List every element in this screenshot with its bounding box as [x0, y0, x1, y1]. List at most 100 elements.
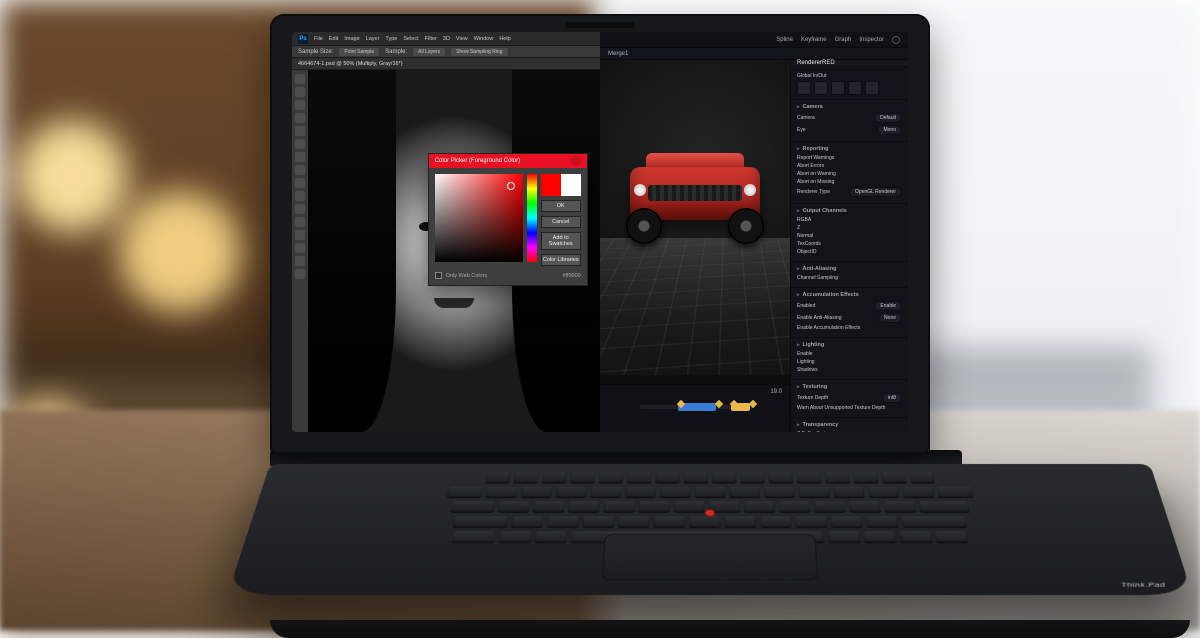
menu-select[interactable]: Select [403, 36, 418, 42]
keyboard-key[interactable] [534, 531, 567, 543]
keyboard-key[interactable] [868, 487, 900, 499]
keyboard-key[interactable] [884, 501, 917, 513]
keyboard-key[interactable] [520, 487, 552, 499]
laptop-trackpad[interactable] [601, 534, 818, 580]
keyboard-key[interactable] [498, 531, 531, 543]
row-value[interactable]: int8 [882, 393, 902, 403]
menu-type[interactable]: Type [385, 36, 397, 42]
section-title[interactable]: Accumulation Effects [797, 292, 902, 298]
foreground-swatch-icon[interactable] [295, 269, 305, 279]
thumb-icon[interactable] [865, 81, 879, 95]
tab-inspector[interactable]: Inspector [859, 37, 884, 43]
thumb-icon[interactable] [797, 81, 811, 95]
inspector-row[interactable]: Abort on Warning [797, 171, 902, 177]
keyboard-key[interactable] [582, 516, 614, 528]
inspector-row[interactable]: RGBA [797, 217, 902, 223]
keyboard-key[interactable] [570, 472, 595, 483]
td-viewport[interactable] [600, 60, 790, 384]
keyboard-key[interactable] [901, 516, 968, 528]
keyboard-key[interactable] [485, 472, 511, 483]
tab-keyframe[interactable]: Keyframe [801, 37, 827, 43]
stamp-tool-icon[interactable] [295, 165, 305, 175]
inspector-row[interactable]: Texture Depthint8 [797, 393, 902, 403]
zoom-tool-icon[interactable] [295, 256, 305, 266]
keyboard-key[interactable] [909, 472, 935, 483]
keyboard-key[interactable] [729, 487, 760, 499]
keyboard-key[interactable] [603, 501, 635, 513]
keyboard-key[interactable] [450, 501, 495, 513]
menu-filter[interactable]: Filter [425, 36, 437, 42]
tab-spline[interactable]: Spline [776, 37, 793, 43]
gear-icon[interactable] [892, 36, 900, 44]
keyboard-key[interactable] [797, 472, 822, 483]
keyboard-key[interactable] [625, 487, 656, 499]
keyboard-key[interactable] [764, 487, 795, 499]
section-title[interactable]: Lighting [797, 342, 902, 348]
keyboard-key[interactable] [627, 472, 652, 483]
section-title[interactable]: Reporting [797, 146, 902, 152]
inspector-row[interactable]: Abort on Missing [797, 179, 902, 185]
keyboard-key[interactable] [853, 472, 879, 483]
inspector-row[interactable]: Enable Accumulation Effects [797, 325, 902, 331]
add-swatches-button[interactable]: Add to Swatches [541, 232, 581, 250]
td-timeline[interactable]: 19.0 [600, 384, 790, 432]
keyboard-key[interactable] [568, 501, 600, 513]
inspector-row[interactable]: ObjectID [797, 249, 902, 255]
keyboard-key[interactable] [899, 531, 932, 543]
inspector-row[interactable]: Normal [797, 233, 902, 239]
marquee-tool-icon[interactable] [295, 87, 305, 97]
keyboard-key[interactable] [598, 472, 623, 483]
keyboard-key[interactable] [919, 501, 971, 513]
thumb-icon[interactable] [814, 81, 828, 95]
gradient-tool-icon[interactable] [295, 191, 305, 201]
menu-view[interactable]: View [456, 36, 468, 42]
opts-show-ring-button[interactable]: Show Sampling Ring [451, 48, 507, 56]
keyboard-key[interactable] [447, 487, 484, 499]
keyboard-key[interactable] [849, 501, 881, 513]
keyboard-key[interactable] [760, 516, 792, 528]
keyboard-key[interactable] [452, 531, 496, 543]
keyboard-key[interactable] [547, 516, 580, 528]
row-value[interactable]: Mono [877, 125, 902, 135]
tab-graph[interactable]: Graph [835, 37, 852, 43]
cancel-button[interactable]: Cancel [541, 216, 581, 228]
menu-help[interactable]: Help [499, 36, 510, 42]
menu-edit[interactable]: Edit [329, 36, 338, 42]
inspector-row[interactable]: Warn About Unsupported Texture Depth [797, 405, 902, 411]
keyboard-key[interactable] [830, 516, 862, 528]
section-title[interactable]: Camera [797, 104, 902, 110]
ok-button[interactable]: OK [541, 200, 581, 212]
hand-tool-icon[interactable] [295, 243, 305, 253]
inspector-row[interactable]: Z-Buffer Sort [797, 431, 902, 432]
td-document-tab[interactable]: Merge1 [600, 48, 908, 60]
thumb-icon[interactable] [831, 81, 845, 95]
eyedropper-tool-icon[interactable] [295, 139, 305, 149]
keyboard-key[interactable] [655, 472, 680, 483]
row-value[interactable]: Default [874, 113, 902, 123]
keyboard-key[interactable] [513, 472, 539, 483]
inspector-row[interactable]: TexCoords [797, 241, 902, 247]
inspector-row[interactable]: Lighting [797, 359, 902, 365]
inspector-row[interactable]: Enable Anti-AliasingNone [797, 313, 902, 323]
row-value[interactable]: OpenGL Renderer [849, 187, 902, 197]
keyboard-key[interactable] [712, 472, 736, 483]
inspector-row[interactable]: Z [797, 225, 902, 231]
keyboard-key[interactable] [485, 487, 517, 499]
text-tool-icon[interactable] [295, 217, 305, 227]
opts-sample-size-value[interactable]: Point Sample [339, 48, 379, 56]
color-libraries-button[interactable]: Color Libraries [541, 254, 581, 266]
menu-window[interactable]: Window [474, 36, 494, 42]
color-picker-titlebar[interactable]: Color Picker (Foreground Color) [429, 154, 587, 168]
inspector-row[interactable]: Abort Errors [797, 163, 902, 169]
keyboard-key[interactable] [639, 501, 670, 513]
keyboard-key[interactable] [590, 487, 622, 499]
color-field[interactable] [435, 174, 523, 262]
keyboard-key[interactable] [937, 487, 974, 499]
keyboard-key[interactable] [498, 501, 531, 513]
keyboard-key[interactable] [695, 487, 726, 499]
section-title[interactable]: Anti-Aliasing [797, 266, 902, 272]
keyboard-key[interactable] [744, 501, 775, 513]
row-value[interactable]: Enable [874, 301, 902, 311]
thumb-icon[interactable] [848, 81, 862, 95]
inspector-row[interactable]: Channel Sampling [797, 275, 902, 281]
